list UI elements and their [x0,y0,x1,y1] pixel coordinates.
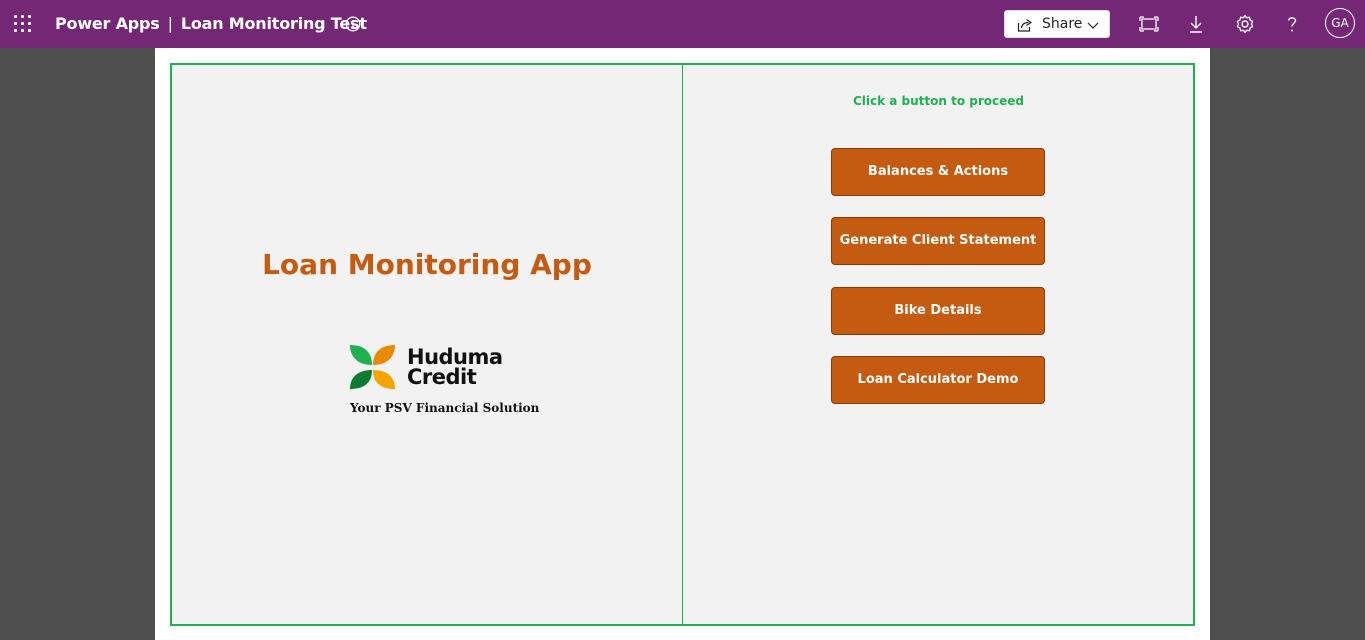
user-avatar[interactable]: GA [1325,8,1355,38]
app-breadcrumb: Power Apps | Loan Monitoring Test [55,0,367,48]
balances-actions-button[interactable]: Balances & Actions [831,148,1045,196]
share-button[interactable]: Share [1004,10,1110,38]
loan-calculator-demo-button[interactable]: Loan Calculator Demo [831,356,1045,404]
chevron-down-icon [1087,22,1099,29]
logo-word-credit: Credit [407,365,477,389]
breadcrumb-separator: | [167,14,173,33]
product-name[interactable]: Power Apps [55,14,160,33]
info-icon[interactable] [345,16,361,32]
fit-to-window-icon[interactable] [1139,14,1159,34]
app-launcher-icon[interactable] [14,15,32,33]
share-label: Share [1042,16,1083,32]
logo-tagline: Your PSV Financial Solution [350,401,540,415]
app-name: Loan Monitoring Test [180,14,367,33]
page-title: Loan Monitoring App [262,248,592,281]
generate-client-statement-button[interactable]: Generate Client Statement [831,217,1045,265]
panel-divider [682,64,683,625]
bike-details-button[interactable]: Bike Details [831,287,1045,335]
app-header: Power Apps | Loan Monitoring Test Share GA [0,0,1365,48]
instruction-text: Click a button to proceed [852,94,1025,108]
download-icon[interactable] [1186,14,1206,34]
settings-gear-icon[interactable] [1235,14,1255,34]
help-icon[interactable] [1282,14,1302,34]
share-icon [1017,19,1033,32]
